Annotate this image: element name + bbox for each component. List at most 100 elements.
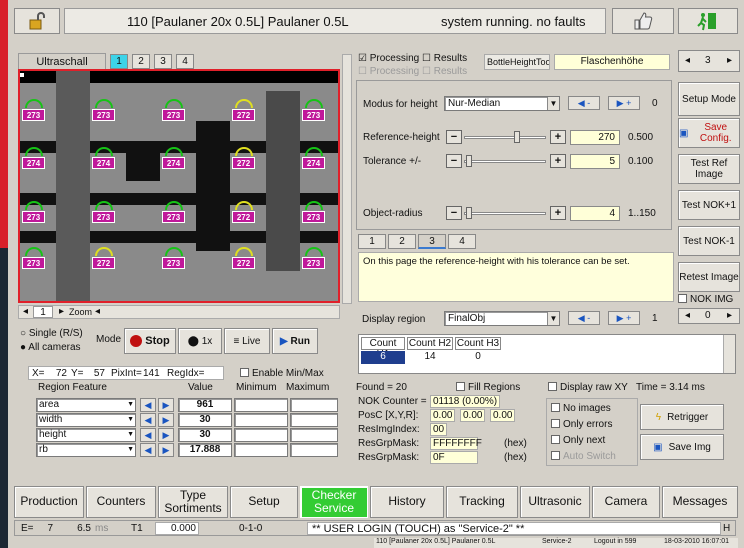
save-config-button[interactable]: ▣ Save Config.: [678, 118, 740, 148]
retest-button[interactable]: Retest Image: [678, 262, 740, 292]
tab-production[interactable]: Production: [14, 486, 84, 518]
feature-minimum[interactable]: [234, 443, 288, 457]
zoom-prev-button[interactable]: ◂: [95, 306, 100, 317]
page-tab-4[interactable]: 4: [448, 234, 476, 249]
feature-minimum[interactable]: [234, 413, 288, 427]
feature-select[interactable]: width ▼: [36, 413, 136, 427]
only-next-box[interactable]: [551, 435, 560, 444]
feature-maximum[interactable]: [290, 443, 338, 457]
tol-slider-track[interactable]: [464, 160, 546, 163]
count-h3-value[interactable]: 0: [455, 351, 501, 364]
retrigger-button[interactable]: ϟ Retrigger: [640, 404, 724, 430]
fill-regions-checkbox[interactable]: Fill Regions: [456, 382, 520, 393]
feature-next-button[interactable]: ▶: [158, 398, 174, 412]
feature-next-button[interactable]: ▶: [158, 443, 174, 457]
setup-mode-button[interactable]: Setup Mode: [678, 82, 740, 116]
run-button[interactable]: ▶ Run: [272, 328, 318, 354]
ref-slider-track[interactable]: [464, 136, 546, 139]
ref-height-value[interactable]: 270: [570, 130, 620, 145]
feature-prev-button[interactable]: ◀: [140, 398, 156, 412]
feature-select[interactable]: rb ▼: [36, 443, 136, 457]
tol-slider-thumb[interactable]: [466, 155, 472, 167]
single-shot-button[interactable]: ⬤ 1x: [178, 328, 222, 354]
nok-img-checkbox[interactable]: NOK IMG: [678, 294, 733, 305]
page-tab-1[interactable]: 1: [358, 234, 386, 249]
feature-prev-button[interactable]: ◀: [140, 443, 156, 457]
display-raw-box[interactable]: [548, 382, 557, 391]
tab-setup[interactable]: Setup: [230, 486, 298, 518]
only-next-checkbox[interactable]: Only next: [551, 435, 605, 446]
test-nok-plus-button[interactable]: Test NOK+1: [678, 190, 740, 220]
obj-plus-button[interactable]: +: [550, 206, 566, 220]
region-next-button[interactable]: ▶ +: [608, 311, 640, 325]
cam-tab-2[interactable]: 2: [132, 54, 150, 69]
count-h2-value[interactable]: 14: [407, 351, 453, 364]
no-images-box[interactable]: [551, 403, 560, 412]
tolerance-value[interactable]: 5: [570, 154, 620, 169]
page-tab-3[interactable]: 3: [418, 234, 446, 249]
tab-checker-service[interactable]: Checker Service: [300, 486, 368, 518]
all-cameras-radio[interactable]: ● All cameras: [20, 342, 81, 353]
side-page-stepper[interactable]: ◂ 3 ▸: [678, 50, 740, 72]
region-prev-button[interactable]: ◀ -: [568, 311, 600, 325]
tab-tracking[interactable]: Tracking: [446, 486, 518, 518]
count-h1-value[interactable]: 6: [361, 351, 405, 364]
stop-button[interactable]: Stop: [124, 328, 176, 354]
logout-button[interactable]: [678, 8, 738, 34]
tab-ultraschall[interactable]: Ultraschall: [18, 53, 106, 69]
nav-prev-button[interactable]: ◂: [23, 306, 28, 317]
enable-minmax-checkbox[interactable]: Enable Min/Max: [240, 368, 324, 379]
ref-minus-button[interactable]: −: [446, 130, 462, 144]
no-images-checkbox[interactable]: No images: [551, 403, 611, 414]
modus-select[interactable]: Nur-Median ▼: [444, 96, 560, 111]
nok-next-icon[interactable]: ▸: [727, 310, 732, 321]
obj-minus-button[interactable]: −: [446, 206, 462, 220]
counts-scrollbar[interactable]: [723, 335, 735, 373]
nav-next-button[interactable]: ▸: [59, 306, 64, 317]
tab-ultrasonic[interactable]: Ultrasonic: [520, 486, 590, 518]
nok-img-box[interactable]: [678, 294, 687, 303]
tab-counters[interactable]: Counters: [86, 486, 156, 518]
side-prev-icon[interactable]: ◂: [685, 55, 690, 66]
nok-img-stepper[interactable]: ◂ 0 ▸: [678, 308, 740, 324]
modus-next-button[interactable]: ▶ +: [608, 96, 640, 110]
tool-name[interactable]: Flaschenhöhe: [554, 54, 670, 70]
display-region-select[interactable]: FinalObj ▼: [444, 311, 560, 326]
h-indicator[interactable]: H: [723, 523, 730, 534]
single-radio[interactable]: ○ Single (R/S): [20, 328, 83, 339]
page-tab-2[interactable]: 2: [388, 234, 416, 249]
nok-prev-icon[interactable]: ◂: [685, 310, 690, 321]
cam-tab-1[interactable]: 1: [110, 54, 128, 69]
feature-select[interactable]: height ▼: [36, 428, 136, 442]
enable-minmax-box[interactable]: [240, 368, 249, 377]
feature-next-button[interactable]: ▶: [158, 413, 174, 427]
fill-regions-box[interactable]: [456, 382, 465, 391]
feature-maximum[interactable]: [290, 398, 338, 412]
processing-checkbox[interactable]: ☑ Processing: [358, 53, 419, 64]
nav-value[interactable]: 1: [33, 306, 53, 318]
object-radius-value[interactable]: 4: [570, 206, 620, 221]
feature-minimum[interactable]: [234, 398, 288, 412]
only-errors-checkbox[interactable]: Only errors: [551, 419, 612, 430]
cam-tab-3[interactable]: 3: [154, 54, 172, 69]
feature-next-button[interactable]: ▶: [158, 428, 174, 442]
only-errors-box[interactable]: [551, 419, 560, 428]
tab-type-sortiments[interactable]: Type Sortiments: [158, 486, 228, 518]
tab-history[interactable]: History: [370, 486, 444, 518]
feature-prev-button[interactable]: ◀: [140, 413, 156, 427]
feature-minimum[interactable]: [234, 428, 288, 442]
tol-minus-button[interactable]: −: [446, 154, 462, 168]
ref-plus-button[interactable]: +: [550, 130, 566, 144]
obj-slider-thumb[interactable]: [466, 207, 472, 219]
test-nok-minus-button[interactable]: Test NOK-1: [678, 226, 740, 256]
feature-prev-button[interactable]: ◀: [140, 428, 156, 442]
side-next-icon[interactable]: ▸: [727, 55, 732, 66]
obj-slider-track[interactable]: [464, 212, 546, 215]
ok-button[interactable]: [612, 8, 674, 34]
feature-maximum[interactable]: [290, 428, 338, 442]
save-img-button[interactable]: ▣ Save Img: [640, 434, 724, 460]
feature-maximum[interactable]: [290, 413, 338, 427]
tol-plus-button[interactable]: +: [550, 154, 566, 168]
ref-slider-thumb[interactable]: [514, 131, 520, 143]
cam-tab-4[interactable]: 4: [176, 54, 194, 69]
